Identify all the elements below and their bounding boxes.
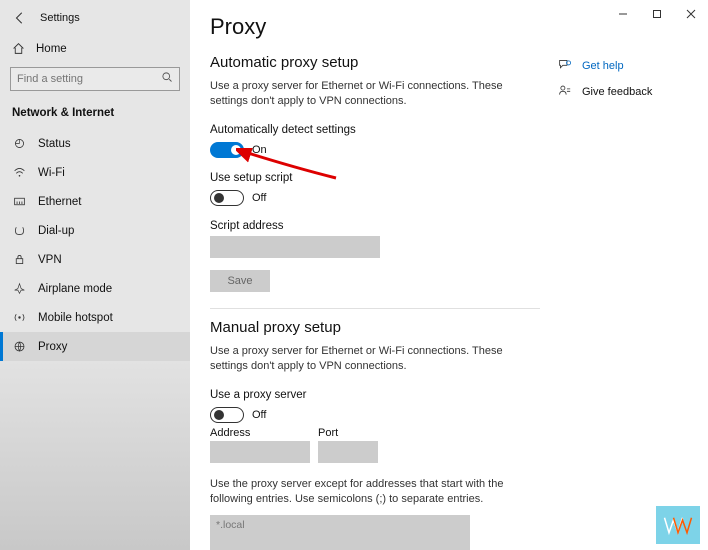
airplane-icon bbox=[12, 282, 26, 295]
auto-save-button[interactable]: Save bbox=[210, 270, 270, 292]
home-icon bbox=[12, 42, 26, 55]
search-field[interactable] bbox=[17, 73, 161, 85]
use-proxy-state: Off bbox=[252, 409, 266, 421]
port-input[interactable] bbox=[318, 441, 378, 463]
sidebar-item-hotspot[interactable]: Mobile hotspot bbox=[0, 303, 190, 332]
wifi-icon bbox=[12, 166, 26, 179]
close-button[interactable] bbox=[674, 0, 708, 28]
manual-heading: Manual proxy setup bbox=[210, 319, 678, 336]
proxy-icon bbox=[12, 340, 26, 353]
script-state: Off bbox=[252, 192, 266, 204]
sidebar-item-wifi[interactable]: Wi-Fi bbox=[0, 158, 190, 187]
sidebar-item-home[interactable]: Home bbox=[0, 36, 190, 61]
sidebar-item-proxy[interactable]: Proxy bbox=[0, 332, 190, 361]
get-help-link[interactable]: Get help bbox=[558, 58, 678, 74]
port-label: Port bbox=[318, 427, 378, 439]
manual-desc: Use a proxy server for Ethernet or Wi-Fi… bbox=[210, 344, 540, 375]
detect-toggle[interactable] bbox=[210, 142, 244, 158]
except-desc: Use the proxy server except for addresse… bbox=[210, 477, 540, 508]
search-icon bbox=[161, 70, 173, 88]
watermark-logo bbox=[656, 506, 700, 544]
except-input[interactable]: *.local bbox=[210, 515, 470, 550]
ethernet-icon bbox=[12, 195, 26, 208]
detect-state: On bbox=[252, 144, 267, 156]
aside: Get help Give feedback bbox=[558, 58, 678, 110]
address-label: Address bbox=[210, 427, 310, 439]
sidebar: Settings Home Network & Internet Status bbox=[0, 0, 190, 550]
auto-desc: Use a proxy server for Ethernet or Wi-Fi… bbox=[210, 79, 540, 110]
window-title: Settings bbox=[40, 12, 80, 24]
help-icon bbox=[558, 58, 574, 74]
maximize-button[interactable] bbox=[640, 0, 674, 28]
minimize-button[interactable] bbox=[606, 0, 640, 28]
vpn-icon bbox=[12, 253, 26, 266]
script-addr-input[interactable] bbox=[210, 236, 380, 258]
sidebar-item-dialup[interactable]: Dial-up bbox=[0, 216, 190, 245]
status-icon bbox=[12, 137, 26, 150]
script-addr-label: Script address bbox=[210, 220, 678, 232]
detect-label: Automatically detect settings bbox=[210, 124, 678, 136]
sidebar-home-label: Home bbox=[36, 43, 67, 55]
give-feedback-link[interactable]: Give feedback bbox=[558, 84, 678, 100]
use-proxy-label: Use a proxy server bbox=[210, 389, 678, 401]
script-label: Use setup script bbox=[210, 172, 678, 184]
hotspot-icon bbox=[12, 311, 26, 324]
search-input[interactable] bbox=[10, 67, 180, 91]
main-content: Proxy Automatic proxy setup Use a proxy … bbox=[190, 0, 708, 550]
sidebar-item-ethernet[interactable]: Ethernet bbox=[0, 187, 190, 216]
sidebar-section-header: Network & Internet bbox=[0, 101, 190, 129]
dialup-icon bbox=[12, 224, 26, 237]
address-input[interactable] bbox=[210, 441, 310, 463]
back-button[interactable] bbox=[8, 6, 32, 30]
window-controls bbox=[606, 0, 708, 28]
script-toggle[interactable] bbox=[210, 190, 244, 206]
feedback-icon bbox=[558, 84, 574, 100]
sidebar-item-airplane[interactable]: Airplane mode bbox=[0, 274, 190, 303]
divider bbox=[210, 308, 540, 309]
sidebar-item-vpn[interactable]: VPN bbox=[0, 245, 190, 274]
use-proxy-toggle[interactable] bbox=[210, 407, 244, 423]
sidebar-item-status[interactable]: Status bbox=[0, 129, 190, 158]
